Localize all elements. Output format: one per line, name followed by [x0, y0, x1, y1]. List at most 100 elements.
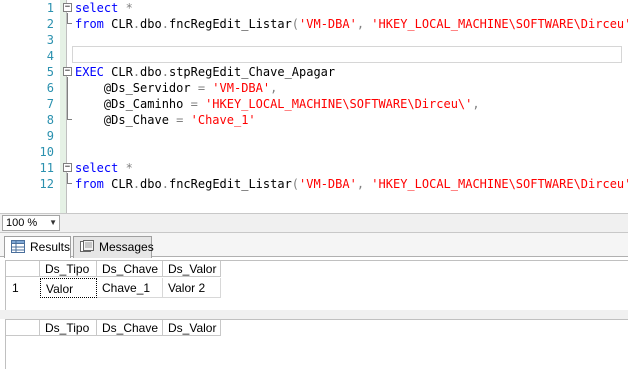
line-number: 6	[46, 81, 54, 95]
code-token: fncRegEdit_Listar	[168, 17, 292, 31]
code-token: =	[197, 81, 206, 95]
results-grid-1[interactable]: Ds_Tipo Ds_Chave Ds_Valor 1 Valor Chave_…	[5, 260, 628, 310]
code-token: .	[132, 177, 141, 191]
grid-cell[interactable]: Valor	[40, 278, 97, 298]
code-token: from	[75, 177, 104, 191]
code-token: @Ds_Caminho	[75, 97, 191, 111]
zoom-value: 100 %	[6, 217, 38, 229]
code-token: .	[161, 17, 169, 31]
code-token: .	[161, 65, 169, 79]
chevron-down-icon[interactable]: ▼	[49, 216, 57, 230]
outline-line	[67, 77, 68, 119]
results-tabstrip: Results Messages	[0, 233, 628, 258]
code-token: select	[75, 161, 119, 175]
outline-end	[67, 23, 72, 24]
code-token: 'HKEY_LOCAL_MACHINE\SOFTWARE\Dirceu'	[371, 177, 628, 191]
change-tracking-margin	[60, 0, 67, 213]
code-token: CLR	[103, 17, 133, 31]
current-line-highlight	[72, 46, 622, 63]
column-header[interactable]: Ds_Chave	[97, 261, 163, 277]
code-token: dbo	[140, 17, 162, 31]
code-line[interactable]: @Ds_Chave = 'Chave_1'	[75, 112, 256, 128]
code-token: stpRegEdit_Chave_Apagar	[168, 65, 336, 79]
collapse-icon[interactable]: −	[63, 3, 72, 12]
column-header[interactable]: Ds_Tipo	[40, 320, 97, 336]
line-number-gutter: 1 2 3 4 5 6 7 8 9 10 11 12	[0, 0, 58, 213]
code-token: EXEC	[75, 65, 104, 79]
code-token: dbo	[140, 177, 162, 191]
code-token: .	[132, 17, 141, 31]
code-token: from	[75, 17, 104, 31]
column-header[interactable]: Ds_Chave	[97, 320, 163, 336]
code-line[interactable]: EXEC CLR.dbo.stpRegEdit_Chave_Apagar	[75, 64, 335, 80]
code-line[interactable]: @Ds_Servidor = 'VM-DBA',	[75, 80, 277, 96]
code-token: 'HKEY_LOCAL_MACHINE\SOFTWARE\Dirceu'	[371, 17, 628, 31]
outline-line	[67, 13, 68, 23]
tab-results[interactable]: Results	[4, 236, 71, 258]
code-token: (	[291, 177, 300, 191]
code-line[interactable]: from CLR.dbo.fncRegEdit_Listar('VM-DBA',…	[75, 16, 628, 32]
collapse-icon[interactable]: −	[63, 67, 72, 76]
row-header-corner	[6, 261, 40, 277]
line-number: 5	[46, 65, 54, 79]
tab-results-label: Results	[30, 240, 71, 254]
grid-icon	[11, 240, 25, 253]
code-token: CLR	[103, 177, 133, 191]
code-token: =	[190, 97, 198, 111]
code-token: 'VM-DBA'	[212, 81, 271, 95]
line-number: 11	[39, 161, 54, 175]
code-token: .	[132, 65, 141, 79]
results-grid-2[interactable]: Ds_Tipo Ds_Chave Ds_Valor	[5, 319, 628, 369]
code-token: @Ds_Servidor	[75, 81, 198, 95]
row-header-corner	[6, 320, 40, 336]
line-number: 1	[46, 1, 54, 15]
code-token: 'Chave_1'	[190, 113, 256, 127]
code-token: ,	[356, 17, 365, 31]
code-token: *	[125, 1, 133, 15]
code-line[interactable]: from CLR.dbo.fncRegEdit_Listar('VM-DBA',…	[75, 176, 628, 192]
column-header[interactable]: Ds_Valor	[163, 261, 221, 277]
code-token: fncRegEdit_Listar	[168, 177, 292, 191]
column-header[interactable]: Ds_Tipo	[40, 261, 97, 277]
editor-status-bar: 100 % ▼	[0, 213, 628, 233]
tab-messages[interactable]: Messages	[73, 236, 154, 258]
column-header[interactable]: Ds_Valor	[163, 320, 221, 336]
tab-messages-label: Messages	[99, 240, 154, 254]
line-number: 8	[46, 113, 54, 127]
code-token: ,	[270, 81, 278, 95]
code-token: 'VM-DBA'	[299, 177, 357, 191]
grid-cell[interactable]: Valor 2	[163, 278, 221, 298]
code-line[interactable]: @Ds_Caminho = 'HKEY_LOCAL_MACHINE\SOFTWA…	[75, 96, 480, 112]
code-token: 'VM-DBA'	[299, 17, 357, 31]
code-token: dbo	[140, 65, 162, 79]
outline-end	[67, 119, 72, 120]
code-line[interactable]: select *	[75, 0, 133, 16]
code-token: .	[161, 177, 169, 191]
code-token: CLR	[103, 65, 133, 79]
code-token: *	[125, 161, 133, 175]
grid-cell[interactable]: Chave_1	[97, 278, 163, 298]
outline-line	[67, 173, 68, 183]
outline-end	[67, 183, 72, 184]
code-token: ,	[472, 97, 480, 111]
code-token: select	[75, 1, 119, 15]
code-token: 'HKEY_LOCAL_MACHINE\SOFTWARE\Dirceu\'	[205, 97, 473, 111]
line-number: 3	[46, 33, 54, 47]
row-number[interactable]: 1	[6, 278, 40, 298]
code-token: ,	[356, 177, 365, 191]
collapse-icon[interactable]: −	[63, 163, 72, 172]
line-number: 4	[46, 49, 54, 63]
messages-icon	[80, 240, 94, 252]
zoom-select[interactable]: 100 % ▼	[2, 215, 60, 231]
code-token: (	[291, 17, 300, 31]
code-line[interactable]: select *	[75, 160, 133, 176]
grid-splitter[interactable]	[0, 310, 628, 319]
code-token: @Ds_Chave	[75, 113, 177, 127]
line-number: 2	[46, 17, 54, 31]
line-number: 7	[46, 97, 54, 111]
sql-editor[interactable]: 1 2 3 4 5 6 7 8 9 10 11 12 − − − select …	[0, 0, 628, 213]
